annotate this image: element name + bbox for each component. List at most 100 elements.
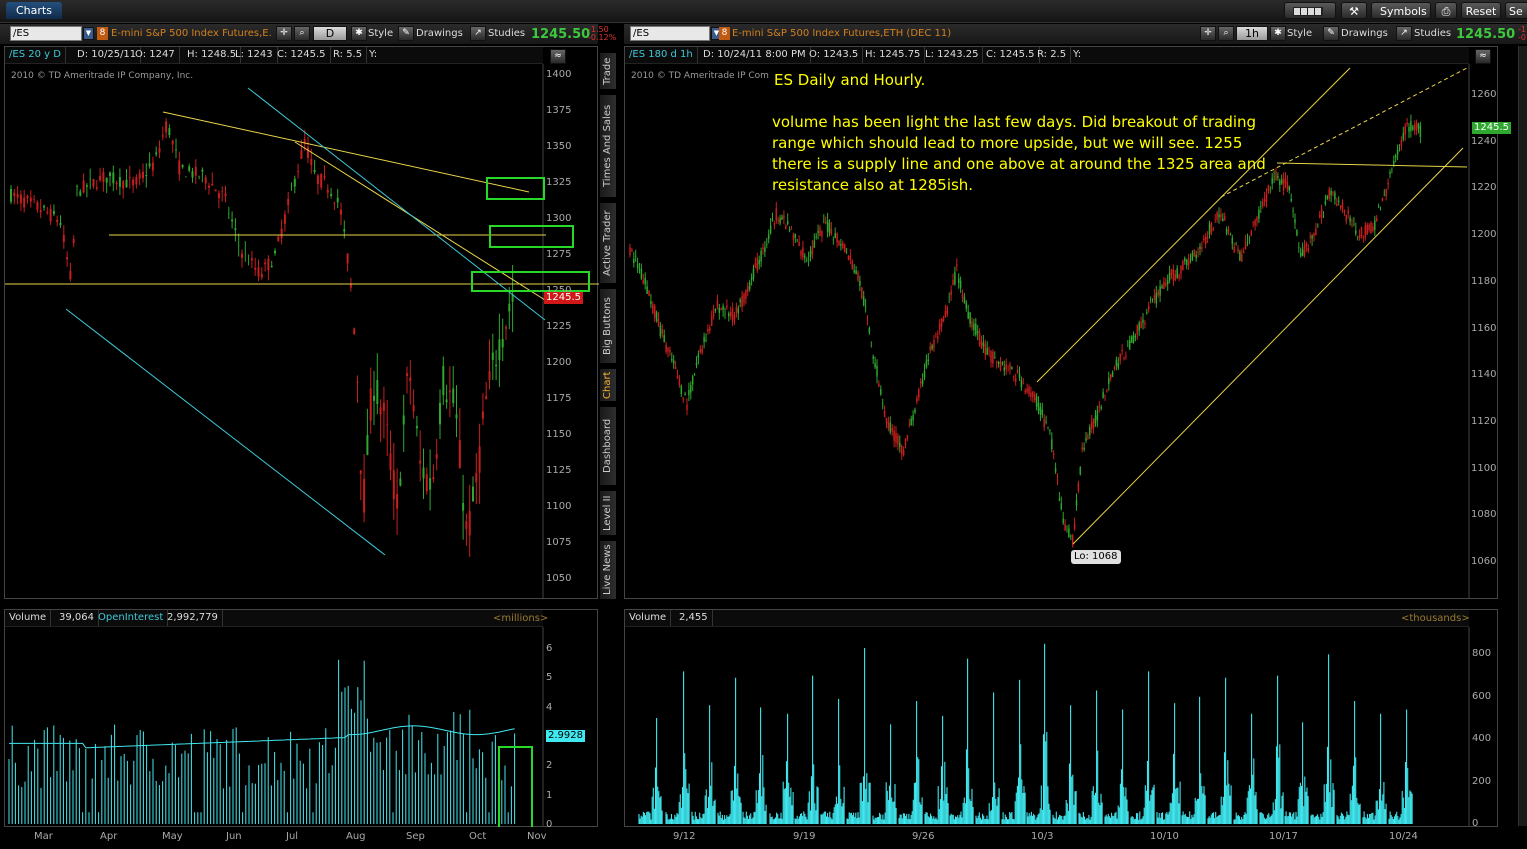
left-change: -1.50 -0.12%	[588, 25, 617, 42]
top-toolbar: Charts ⚒ Symbols ⎙ Reset Se	[0, 0, 1527, 23]
volume-unit: <millions>	[493, 613, 549, 624]
right-chart-settings-button[interactable]: ≈	[1475, 49, 1491, 64]
aggregation-selector[interactable]: D	[313, 26, 347, 41]
symbols-button[interactable]: Symbols	[1371, 2, 1431, 19]
left-ohlc-bar: /ES 20 y D D: 10/25/11 O: 1247 H: 1248.5…	[5, 47, 543, 64]
y-tick-label: 1375	[546, 105, 572, 116]
resistance-box	[486, 177, 545, 200]
x-tick-label: 9/19	[793, 831, 816, 842]
volume-tick-label: 400	[1472, 733, 1492, 744]
right-symbol-description: E-mini S&P 500 Index Futures,ETH (DEC 11…	[732, 28, 952, 39]
side-tab-level-ii[interactable]: Level II	[599, 490, 617, 536]
right-ohlc-bar: /ES 180 d 1h D: 10/24/11 8:00 PM O: 1243…	[625, 47, 1469, 64]
oi-label: OpenInterest	[94, 610, 169, 626]
style-icon: ✱	[1274, 28, 1282, 38]
crosshair-button[interactable]: ✛	[1200, 26, 1216, 41]
left-price-plot	[5, 64, 599, 599]
symbol-dropdown[interactable]: ▼	[83, 27, 94, 40]
magnifier-icon: ⌕	[299, 28, 305, 38]
tab-charts[interactable]: Charts	[6, 2, 62, 19]
aggregation-selector[interactable]: 1h	[1236, 26, 1268, 41]
volume-tick-label: 600	[1472, 690, 1492, 702]
style-icon-button[interactable]: ✱	[351, 26, 367, 41]
left-volume-pane[interactable]: Volume 39,064 OpenInterest 2,992,779 <mi…	[4, 609, 598, 827]
left-volume-plot	[8, 627, 544, 827]
drawings-icon-button[interactable]: ✎	[1323, 26, 1339, 41]
y-tick-label: 1325	[546, 177, 572, 188]
layout-grid-button[interactable]	[1284, 2, 1336, 19]
overflow-button[interactable]: Se	[1505, 2, 1527, 19]
ohlc-low: L: 1243	[231, 47, 278, 63]
left-volume-header: Volume 39,064 OpenInterest 2,992,779 <mi…	[5, 610, 548, 627]
y-tick-label: 1200	[546, 357, 572, 368]
crosshair-button[interactable]: ✛	[276, 26, 292, 41]
right-symbol-input[interactable]: /ES	[630, 26, 710, 41]
left-symbol-description: E-mini S&P 500 Index Futures,E...	[111, 28, 271, 39]
left-last-price: 1245.50	[531, 27, 591, 42]
ohlc-range: R: 2.5	[1033, 47, 1072, 63]
side-tab-active-trader[interactable]: Active Trader	[599, 202, 617, 284]
right-volume-pane[interactable]: Volume 2,455 <thousands>	[624, 609, 1498, 827]
style-menu[interactable]: Style	[1287, 28, 1312, 39]
right-scrollbar[interactable]	[1518, 46, 1527, 826]
style-icon-button[interactable]: ✱	[1270, 26, 1286, 41]
y-tick-label: 1100	[1471, 462, 1497, 474]
studies-menu[interactable]: Studies	[1414, 28, 1451, 39]
y-tick-label: 1180	[1471, 275, 1497, 287]
ohlc-close: C: 1245.5	[982, 47, 1040, 63]
link-group-badge[interactable]: 8	[719, 27, 730, 40]
side-tab-chart[interactable]: Chart	[599, 368, 617, 402]
side-tab-live-news[interactable]: Live News	[599, 540, 617, 600]
volume-value: 2,455	[675, 610, 713, 626]
left-price-tag: 1245.5	[544, 292, 583, 304]
right-volume-plot	[638, 627, 1470, 827]
style-menu[interactable]: Style	[368, 28, 393, 39]
y-tick-label: 1300	[546, 213, 572, 224]
studies-icon: ↗	[474, 28, 482, 38]
zoom-button[interactable]: ⌕	[294, 26, 310, 41]
y-tick-label: 1100	[546, 501, 572, 512]
zoom-button[interactable]: ⌕	[1218, 26, 1234, 41]
y-tick-label: 1260	[1471, 89, 1497, 100]
volume-tick-label: 0	[1472, 818, 1479, 829]
cyan-trendline	[247, 87, 546, 321]
right-chart-header: /ES ▼ 8 E-mini S&P 500 Index Futures,ETH…	[624, 24, 1527, 44]
drawings-menu[interactable]: Drawings	[416, 28, 463, 39]
studies-icon-button[interactable]: ↗	[470, 26, 486, 41]
ohlc-range: R: 5.5	[329, 47, 368, 63]
left-chart-settings-button[interactable]: ≈	[550, 49, 566, 64]
printer-icon: ⎙	[1441, 5, 1451, 18]
x-tick-label: May	[162, 831, 183, 842]
y-tick-label: 1400	[546, 69, 572, 80]
annotation-body: volume has been light the last few days.…	[772, 113, 1266, 194]
ohlc-high: H: 1245.75	[861, 47, 926, 63]
y-tick-label: 1125	[546, 465, 572, 476]
side-tab-times-and-sales[interactable]: Times And Sales	[599, 94, 617, 198]
chevron-down-icon: ▼	[85, 29, 92, 37]
wrench-button[interactable]: ⚒	[1341, 2, 1367, 19]
drawings-icon-button[interactable]: ✎	[398, 26, 414, 41]
left-symbol-input[interactable]: /ES	[10, 26, 82, 41]
chart-icon: ≈	[1479, 51, 1487, 61]
ohlc-open: O: 1243.5	[805, 47, 864, 63]
side-tab-big-buttons[interactable]: Big Buttons	[599, 288, 617, 364]
wrench-icon: ⚒	[1349, 5, 1359, 18]
x-tick-label: Mar	[34, 831, 53, 842]
studies-icon-button[interactable]: ↗	[1396, 26, 1412, 41]
x-tick-label: Jun	[226, 831, 242, 842]
print-button[interactable]: ⎙	[1435, 2, 1457, 19]
drawings-menu[interactable]: Drawings	[1341, 28, 1388, 39]
x-tick-label: 10/3	[1031, 831, 1054, 842]
volume-tick-label: 800	[1472, 648, 1492, 659]
link-group-badge[interactable]: 8	[97, 27, 108, 40]
left-price-pane[interactable]: /ES 20 y D D: 10/25/11 O: 1247 H: 1248.5…	[4, 46, 599, 599]
x-tick-label: Nov	[527, 831, 547, 842]
yellow-trendline	[162, 111, 530, 193]
studies-menu[interactable]: Studies	[488, 28, 525, 39]
yellow-trendline	[294, 141, 546, 301]
side-tab-trade[interactable]: Trade	[599, 52, 617, 90]
reset-button[interactable]: Reset	[1461, 2, 1501, 19]
chart-annotation[interactable]: ES Daily and Hourly. volume has been lig…	[772, 70, 1272, 196]
volume-tick-label: 0	[546, 818, 553, 830]
side-tab-dashboard[interactable]: Dashboard	[599, 406, 617, 486]
